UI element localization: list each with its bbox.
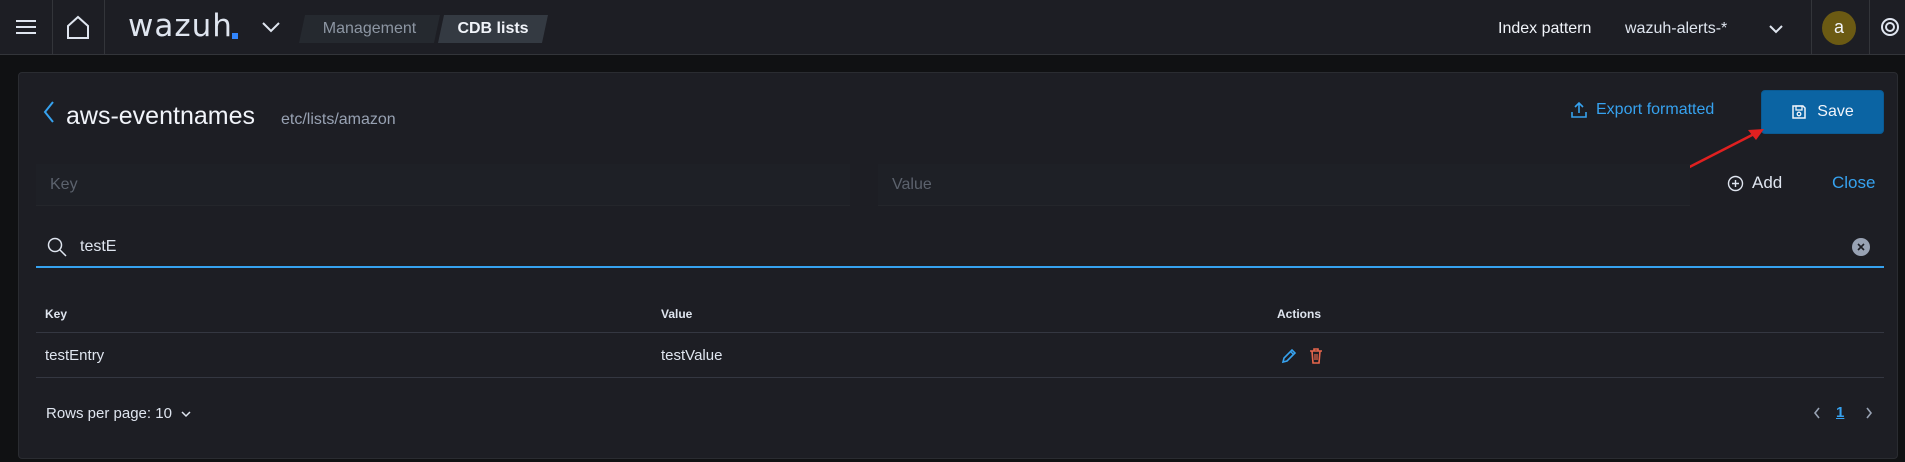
column-header-key[interactable]: Key [45, 307, 67, 321]
search-input[interactable] [36, 228, 1884, 268]
menu-icon[interactable] [10, 11, 42, 43]
table-divider [36, 332, 1884, 333]
key-input[interactable]: Key [36, 164, 850, 206]
chevron-down-icon [1769, 25, 1783, 34]
breadcrumb-management[interactable]: Management [299, 15, 440, 43]
plus-circle-icon [1727, 175, 1744, 191]
edit-icon[interactable] [1279, 346, 1299, 366]
list-path: etc/lists/amazon [280, 111, 396, 128]
delete-icon[interactable] [1306, 346, 1326, 366]
save-button[interactable]: Save [1761, 90, 1884, 134]
divider [52, 0, 53, 55]
logo-dot [232, 33, 238, 39]
save-icon [1792, 105, 1807, 119]
add-label: Add [1752, 173, 1783, 192]
help-icon[interactable] [1874, 11, 1905, 43]
previous-page-icon[interactable] [1808, 402, 1826, 424]
breadcrumb-cdb-lists: CDB lists [438, 15, 548, 43]
page-number[interactable]: 1 [1836, 404, 1844, 421]
index-pattern-label: Index pattern [1498, 20, 1592, 37]
search-value: testE [80, 238, 117, 255]
save-label: Save [1817, 103, 1854, 120]
user-avatar[interactable]: a [1822, 11, 1856, 45]
table-divider [36, 377, 1884, 378]
column-header-actions: Actions [1277, 307, 1322, 321]
top-navigation-bar: wazuh Management CDB lists Index pattern… [0, 0, 1905, 55]
export-formatted-label: Export formatted [1596, 101, 1715, 118]
close-button[interactable]: Close [1832, 173, 1875, 193]
clear-search-icon[interactable] [1852, 238, 1870, 256]
table-cell-key: testEntry [45, 347, 105, 364]
upload-icon [1571, 101, 1587, 118]
wazuh-logo[interactable]: wazuh [128, 8, 233, 44]
chevron-down-icon [181, 410, 191, 417]
export-formatted-button[interactable]: Export formatted [1570, 101, 1714, 119]
index-pattern-value: wazuh-alerts-* [1625, 20, 1728, 37]
list-header: aws-eventnames etc/lists/amazon [42, 100, 396, 131]
chevron-down-icon[interactable] [255, 11, 287, 43]
column-header-value[interactable]: Value [661, 307, 692, 321]
back-arrow-icon[interactable] [42, 100, 56, 124]
list-title: aws-eventnames [66, 102, 255, 130]
divider [1811, 0, 1812, 55]
divider [104, 0, 105, 55]
divider [1869, 0, 1870, 55]
search-icon [47, 237, 67, 257]
value-input[interactable]: Value [878, 164, 1690, 206]
rows-per-page-select[interactable]: Rows per page: 10 [46, 405, 192, 422]
next-page-icon[interactable] [1860, 402, 1878, 424]
home-icon[interactable] [62, 11, 94, 43]
index-pattern-select[interactable]: wazuh-alerts-* [1625, 20, 1783, 40]
rows-per-page-label: Rows per page: 10 [46, 405, 172, 422]
table-cell-value: testValue [661, 347, 723, 364]
add-button[interactable]: Add [1727, 173, 1782, 193]
